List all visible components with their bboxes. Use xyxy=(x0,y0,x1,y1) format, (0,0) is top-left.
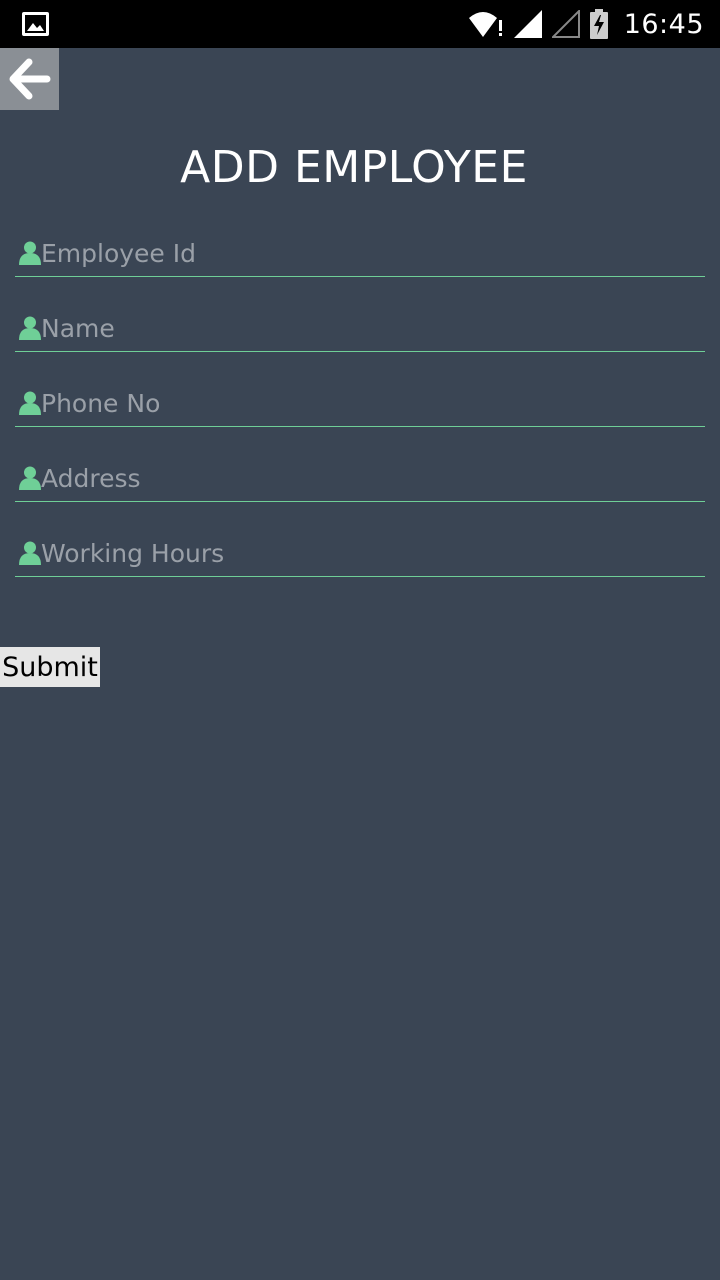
working-hours-field[interactable] xyxy=(15,527,705,577)
employee-id-field[interactable] xyxy=(15,227,705,277)
person-icon xyxy=(19,541,41,565)
working-hours-input[interactable] xyxy=(41,535,701,571)
page-title: ADD EMPLOYEE xyxy=(180,142,528,193)
person-icon xyxy=(19,241,41,265)
person-icon xyxy=(19,466,41,490)
arrow-left-icon xyxy=(9,58,50,100)
submit-button[interactable]: Submit xyxy=(0,647,100,687)
phone-no-input[interactable] xyxy=(41,385,701,421)
signal-icon xyxy=(513,10,542,38)
battery-charging-icon xyxy=(589,9,608,39)
wifi-alert-icon xyxy=(468,12,502,37)
back-button[interactable] xyxy=(0,48,59,110)
phone-no-field[interactable] xyxy=(15,377,705,427)
name-field[interactable] xyxy=(15,302,705,352)
gallery-icon xyxy=(22,12,49,36)
address-field[interactable] xyxy=(15,452,705,502)
person-icon xyxy=(19,316,41,340)
address-input[interactable] xyxy=(41,460,701,496)
status-clock: 16:45 xyxy=(623,8,704,40)
status-bar: 16:45 xyxy=(0,0,720,48)
employee-id-input[interactable] xyxy=(41,235,701,271)
status-icons: 16:45 xyxy=(468,0,704,48)
person-icon xyxy=(19,391,41,415)
signal-empty-icon xyxy=(551,10,580,38)
name-input[interactable] xyxy=(41,310,701,346)
